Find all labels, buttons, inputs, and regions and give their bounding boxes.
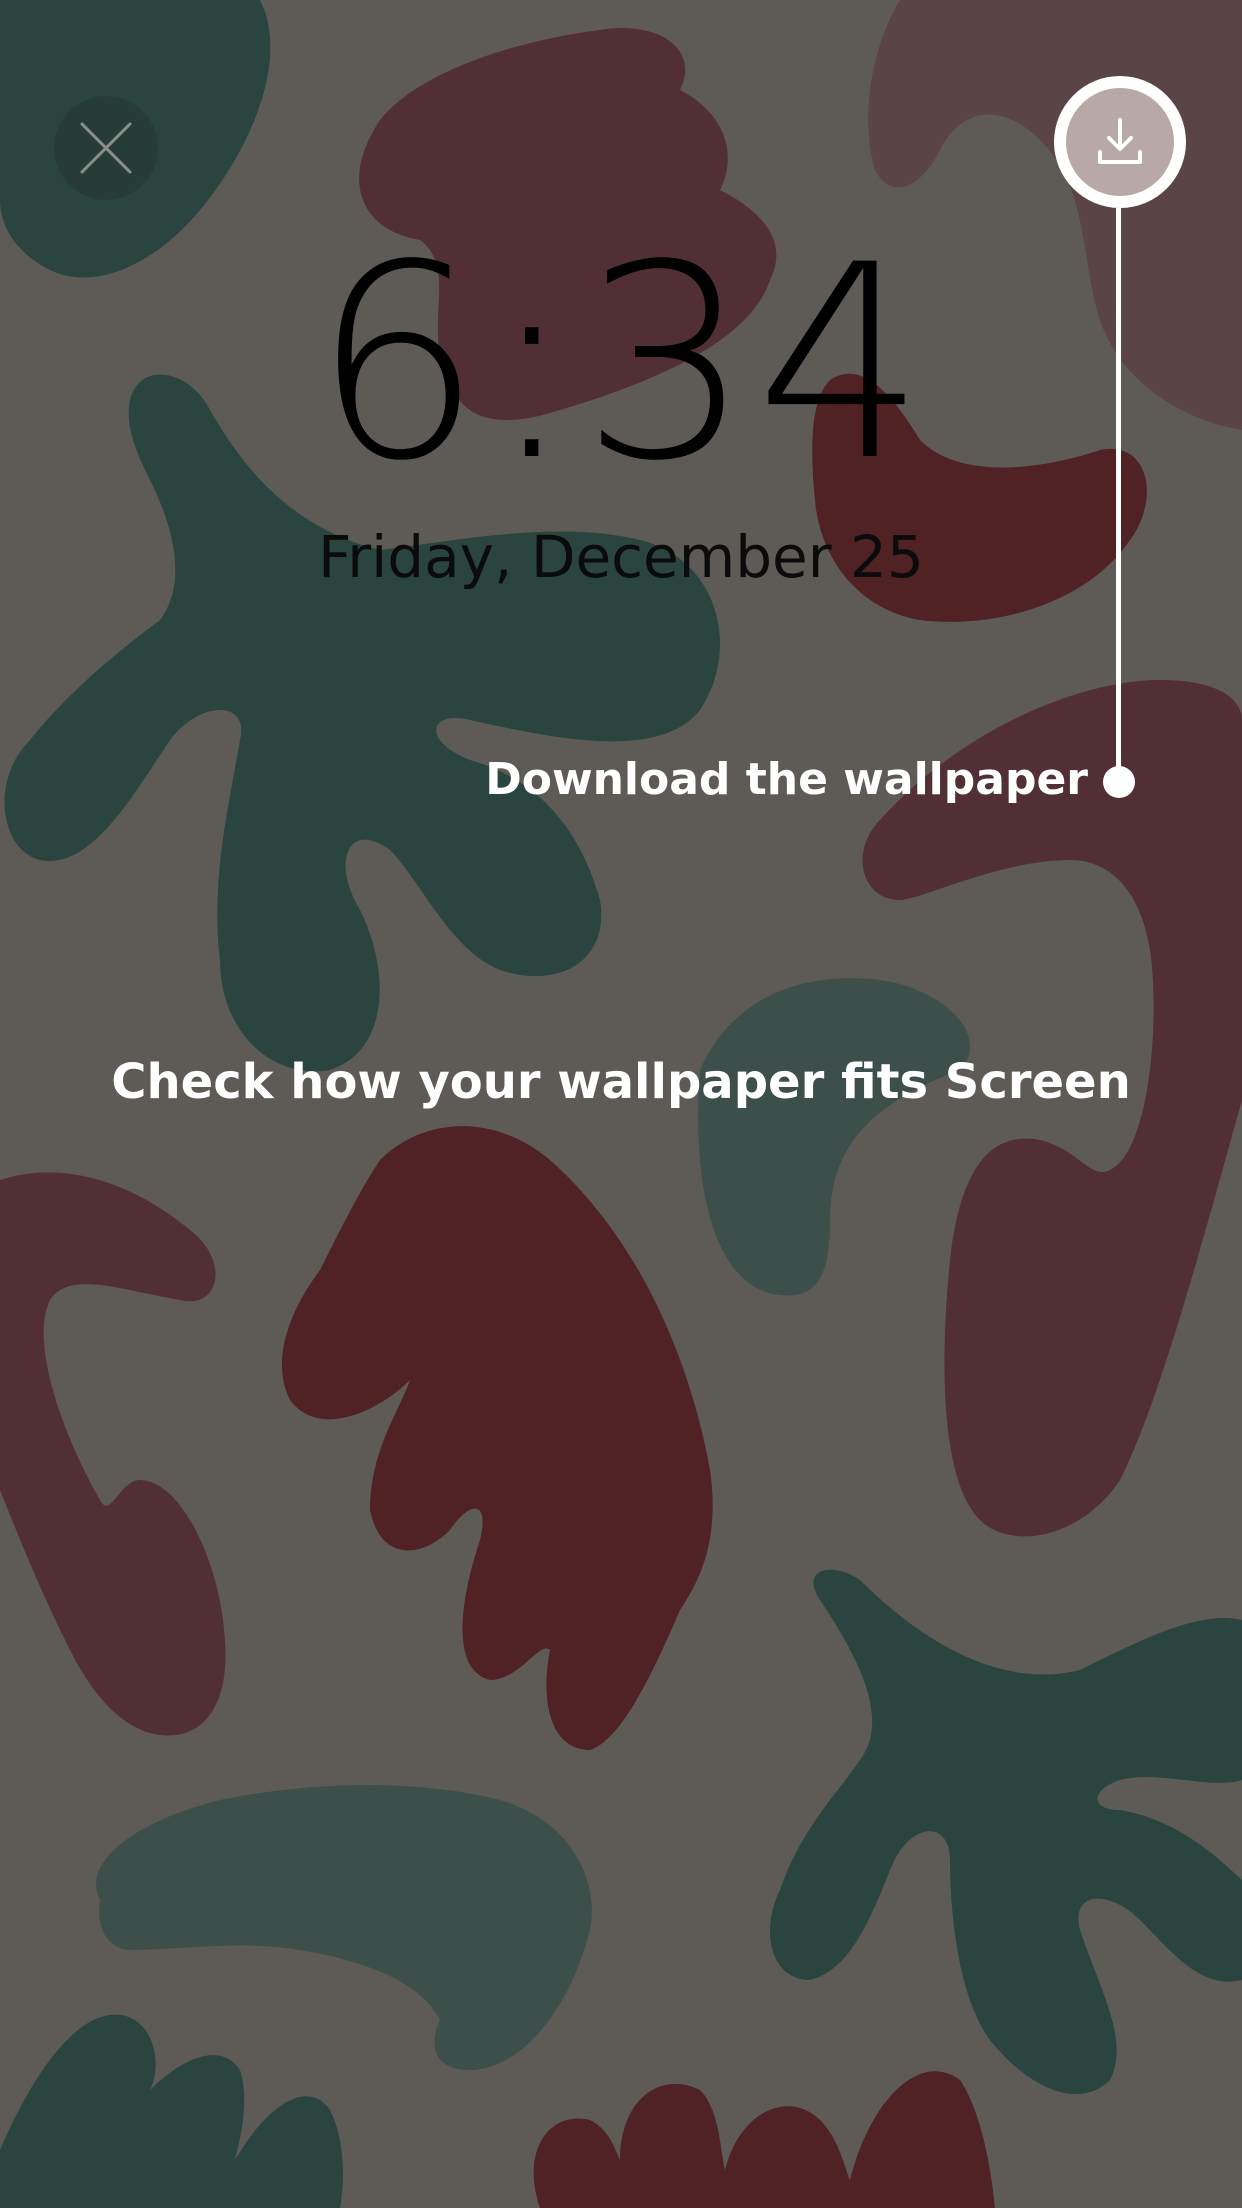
download-icon xyxy=(1098,118,1142,164)
download-button[interactable] xyxy=(1054,76,1186,208)
close-button[interactable] xyxy=(54,96,158,200)
close-icon xyxy=(80,122,132,174)
lockscreen-clock: 6:34 xyxy=(312,208,930,520)
callout-connector-line xyxy=(1116,208,1121,782)
download-button-inner xyxy=(1066,88,1174,196)
wallpaper-preview-screen: 6:34 Friday, December 25 Download the wa… xyxy=(0,0,1242,2208)
download-callout-label: Download the wallpaper xyxy=(485,754,1088,805)
callout-dot xyxy=(1103,766,1135,798)
lockscreen-date: Friday, December 25 xyxy=(318,523,924,591)
wallpaper-fit-hint: Check how your wallpaper fits Screen xyxy=(111,1054,1131,1110)
